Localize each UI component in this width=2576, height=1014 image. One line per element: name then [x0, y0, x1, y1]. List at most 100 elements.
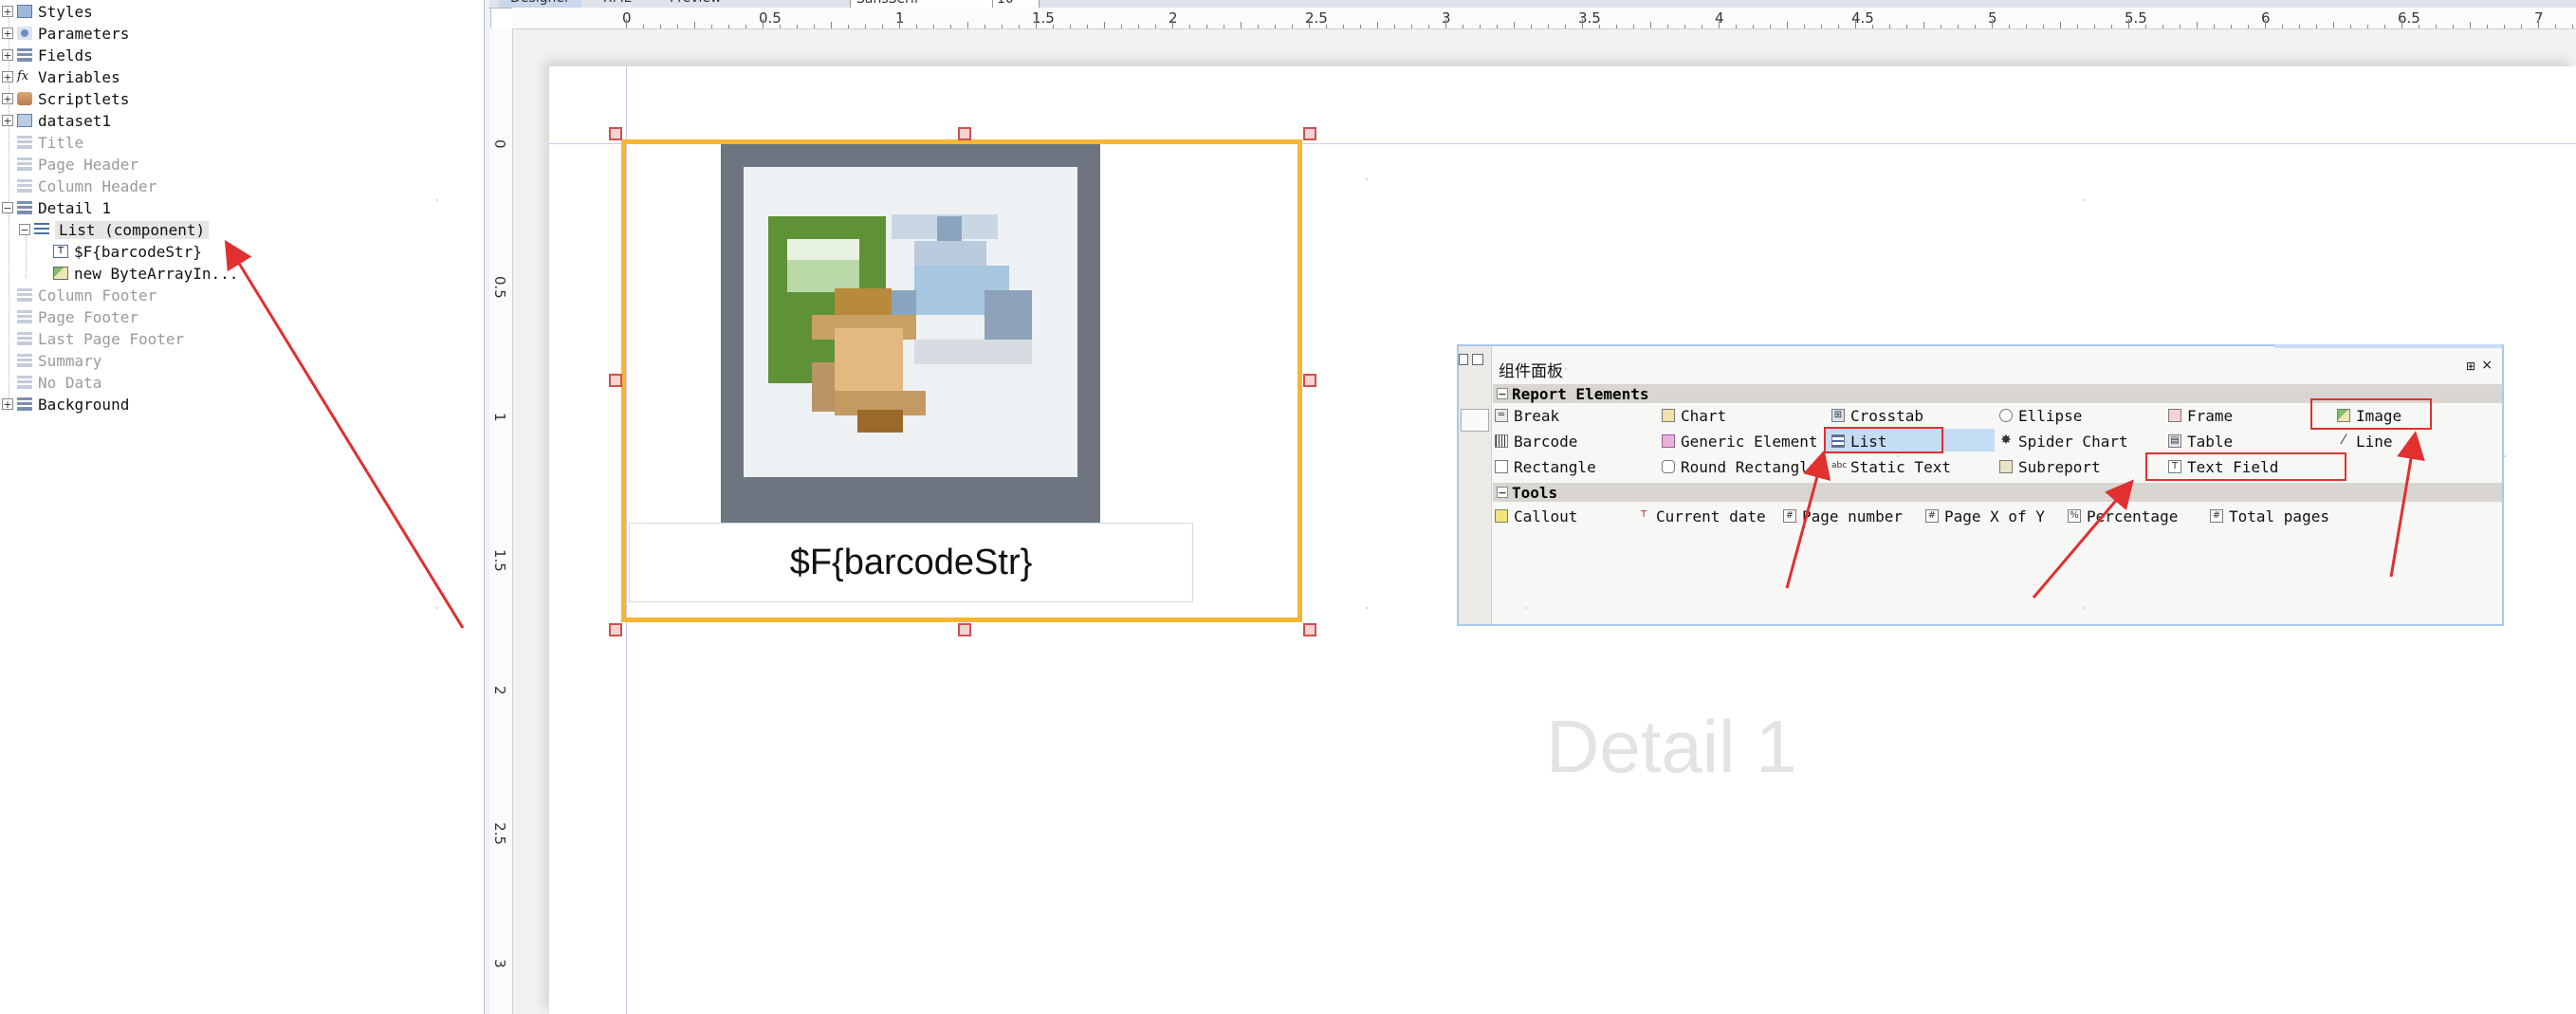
tree-item-no-data[interactable]: No Data: [17, 372, 101, 393]
resize-handle-n[interactable]: [958, 127, 971, 140]
palette-item-chart[interactable]: Chart: [1662, 405, 1726, 426]
expand-icon[interactable]: +: [2, 115, 13, 126]
palette-item-total-pages[interactable]: # Total pages: [2210, 506, 2329, 526]
expand-icon[interactable]: +: [2, 49, 13, 61]
ruler-tick: [1360, 25, 1361, 28]
tree-item-variables[interactable]: + fx Variables: [2, 66, 120, 87]
palette-side-tab[interactable]: [1461, 409, 1489, 432]
list-component-selection[interactable]: [621, 139, 1302, 622]
ruler-tick: [2043, 25, 2044, 28]
palette-item-percentage[interactable]: % Percentage: [2068, 506, 2178, 526]
tree-item-textfield[interactable]: T $F{barcodeStr}: [53, 241, 202, 262]
palette-item-line[interactable]: ⁄ Line: [2337, 431, 2393, 452]
tree-item-list-component[interactable]: − List (component): [19, 219, 210, 240]
tab-xml[interactable]: XML: [603, 0, 631, 8]
ruler-tick: [1172, 19, 1173, 28]
tree-item-dataset1[interactable]: + dataset1: [2, 110, 111, 131]
palette-item-label: Break: [1514, 406, 1560, 425]
ruler-tick: [1189, 25, 1190, 28]
band-icon: [17, 157, 32, 171]
collapse-icon[interactable]: −: [2, 202, 13, 213]
expand-icon[interactable]: +: [2, 6, 13, 17]
ellipse-icon: [1999, 409, 2013, 422]
grid-dot: [1366, 607, 1368, 609]
palette-item-frame[interactable]: Frame: [2168, 405, 2233, 426]
close-icon[interactable]: ×: [2481, 358, 2493, 373]
palette-item-label: Current date: [1656, 507, 1766, 525]
palette-item-ellipse[interactable]: Ellipse: [1999, 405, 2082, 426]
tree-item-label: List (component): [55, 220, 210, 239]
tree-item-label: Page Header: [38, 155, 138, 174]
tree-item-label: Column Footer: [38, 286, 157, 304]
section-tools[interactable]: − Tools: [1493, 483, 2502, 502]
horizontal-ruler: 0 0.5 1 1.5 2 2.5 3 3.5 4 4.5 5 5.5 6 6.5 7: [512, 8, 2576, 29]
expand-icon[interactable]: +: [2, 71, 13, 83]
ruler-tick: [1565, 25, 1566, 28]
resize-handle-w[interactable]: [609, 374, 622, 387]
tree-item-styles[interactable]: + Styles: [2, 1, 93, 22]
palette-item-generic-element[interactable]: Generic Element: [1662, 431, 1818, 452]
tab-preview[interactable]: Preview: [670, 0, 722, 8]
palette-item-page-x-of-y[interactable]: # Page X of Y: [1925, 506, 2045, 526]
tree-item-background[interactable]: + Background: [2, 394, 129, 415]
line-icon: ⁄: [2342, 433, 2346, 448]
tree-item-parameters[interactable]: + Parameters: [2, 23, 129, 44]
ruler-tick: [1411, 25, 1412, 28]
palette-item-subreport[interactable]: Subreport: [1999, 456, 2101, 477]
collapse-icon[interactable]: −: [19, 224, 30, 235]
resize-handle-e[interactable]: [1303, 374, 1316, 387]
palette-title: 组件面板: [1499, 362, 1563, 381]
pin-icon[interactable]: ⊞: [2466, 360, 2475, 373]
ruler-tick: [2487, 25, 2488, 28]
palette-item-static-text[interactable]: abc Static Text: [1831, 456, 1951, 477]
palette-item-label: Chart: [1681, 406, 1727, 425]
palette-item-callout[interactable]: Callout: [1495, 506, 1577, 526]
collapse-icon[interactable]: −: [1497, 388, 1508, 399]
palette-item-page-number[interactable]: # Page number: [1783, 506, 1903, 526]
expand-icon[interactable]: +: [2, 93, 13, 104]
palette-item-current-date[interactable]: T Current date: [1637, 506, 1766, 526]
palette-drag-strip[interactable]: [2274, 344, 2502, 348]
tree-item-image[interactable]: new ByteArrayIn...: [53, 263, 238, 284]
tree-item-scriptlets[interactable]: + Scriptlets: [2, 88, 129, 109]
resize-handle-nw[interactable]: [609, 127, 622, 140]
palette-item-round-rectangle[interactable]: Round Rectangle: [1662, 456, 1818, 477]
ruler-tick: [1548, 25, 1549, 28]
palette-item-table[interactable]: ▤ Table: [2168, 431, 2233, 452]
band-icon: [17, 397, 32, 411]
expand-icon[interactable]: +: [2, 398, 13, 410]
tab-designer[interactable]: Designer: [499, 0, 581, 8]
ruler-tick: [1428, 25, 1429, 28]
palette-item-barcode[interactable]: Barcode: [1495, 431, 1577, 452]
ruler-tick: [1684, 25, 1685, 28]
palette-item-label: Generic Element: [1681, 432, 1818, 451]
tree-item-summary[interactable]: Summary: [17, 350, 101, 371]
parameters-icon: [17, 27, 32, 40]
collapse-icon[interactable]: −: [1497, 487, 1508, 498]
resize-handle-ne[interactable]: [1303, 127, 1316, 140]
tree-item-fields[interactable]: + Fields: [2, 45, 93, 65]
palette-item-spider-chart[interactable]: ✸ Spider Chart: [1999, 431, 2127, 452]
tree-item-title[interactable]: Title: [17, 132, 83, 153]
tree-item-column-header[interactable]: Column Header: [17, 175, 156, 196]
palette-item-crosstab[interactable]: ⊞ Crosstab: [1831, 405, 1923, 426]
tree-item-page-footer[interactable]: Page Footer: [17, 306, 138, 327]
palette-item-break[interactable]: ═ Break: [1495, 405, 1559, 426]
resize-handle-sw[interactable]: [609, 623, 622, 636]
tree-item-last-page-footer[interactable]: Last Page Footer: [17, 328, 184, 349]
ruler-label: 2.5: [491, 822, 508, 845]
tree-item-detail-1[interactable]: − Detail 1: [2, 197, 111, 218]
ruler-tick: [2538, 19, 2539, 28]
band-icon: [17, 136, 32, 149]
palette-item-rectangle[interactable]: Rectangle: [1495, 456, 1596, 477]
tree-item-column-footer[interactable]: Column Footer: [17, 285, 156, 305]
resize-handle-se[interactable]: [1303, 623, 1316, 636]
palette-header: 组件面板 ⊞ ×: [1459, 358, 2502, 381]
ruler-tick: [1275, 25, 1276, 28]
ruler-tick: [1736, 25, 1737, 28]
expand-icon[interactable]: +: [2, 28, 13, 39]
tree-item-page-header[interactable]: Page Header: [17, 154, 138, 175]
ruler-tick: [1480, 25, 1481, 28]
ruler-tick: [1309, 19, 1310, 28]
resize-handle-s[interactable]: [958, 623, 971, 636]
